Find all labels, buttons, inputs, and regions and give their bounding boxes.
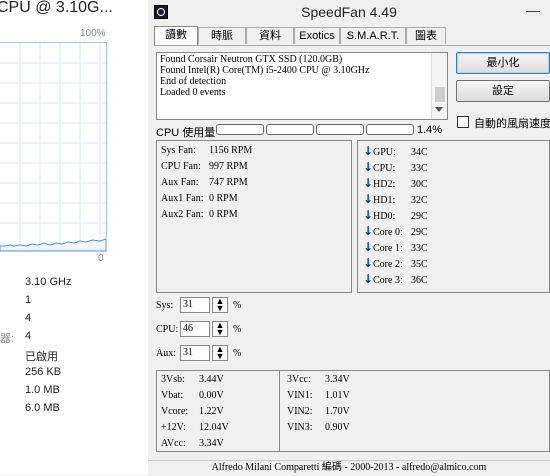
scroll-thumb[interactable] [435,87,445,102]
down-arrow-icon: ↓ [363,272,374,286]
cpu-utilization-chart [0,42,107,252]
fan-row: Aux Fan: 747 RPM [161,177,248,188]
temp-row: ↓GPU: 34C [363,144,428,158]
fan-row: Aux1 Fan: 0 RPM [161,193,238,204]
voltage-row: 3Vcc: 3.34V [287,374,350,385]
stat-virtualization: 已啟用 [25,351,58,363]
log-line: Found Corsair Neutron GTX SSD (120.0GB) [160,54,343,65]
stat-l1-cache: 256 KB [25,366,62,378]
temp-row: ↓HD1: 32C [363,192,428,206]
temperature-panel: ↓GPU: 34C ↓CPU: 33C ↓HD2: 30C ↓HD1: 32C ↓HD0… [357,140,550,293]
cpu-usage-bar [366,124,414,135]
cpu-usage-label: CPU 使用量 [156,127,216,139]
speed-label: Aux: [156,348,176,359]
scroll-down-icon[interactable] [435,107,443,112]
speed-unit: % [233,300,242,311]
stat-sockets: 1 [25,294,32,306]
tab-clock[interactable]: 時脈 [198,27,246,44]
voltage-row: AVcc: 3.34V [161,438,224,449]
cpu-title: CPU @ 3.10G... [0,0,113,16]
task-manager-window: CPU @ 3.10G... 100% 0 3.10 GHz 1 4 器: 4 … [0,0,148,475]
voltage-divider [279,371,280,451]
window-title: SpeedFan 4.49 [301,4,397,20]
cpu-usage-bar [316,124,364,135]
speed-unit: % [233,348,242,359]
stat-speed: 3.10 GHz [25,276,72,288]
down-arrow-icon: ↓ [363,256,374,270]
spinner-arrows-icon[interactable]: ▲ ▼ [212,345,228,361]
cpu-usage-bar [266,124,314,135]
spinner-arrows-icon[interactable]: ▲ ▼ [212,297,228,313]
temp-row: ↓Core 2: 35C [363,256,428,270]
stat-logical: 4 [25,330,32,342]
chart-min-label: 0 [98,253,104,264]
log-line: End of detection [160,76,227,87]
temp-row: ↓Core 3: 36C [363,272,428,286]
chart-max-label: 100% [80,28,106,39]
stat-cores: 4 [25,312,32,324]
tab-divider [154,45,550,46]
down-arrow-icon: ↓ [363,192,374,206]
down-arrow-icon: ↓ [363,240,374,254]
down-arrow-icon: ↓ [363,176,374,190]
temp-row: ↓Core 0: 29C [363,224,428,238]
tab-readings[interactable]: 讀數 [154,26,198,45]
voltage-row: VIN1: 1.01V [287,390,350,401]
status-bar: Alfredo Milani Comparetti 編碼 - 2000-2013… [148,460,550,476]
down-arrow-icon: ↓ [363,208,374,222]
cpu-usage-value: 1.4% [417,124,443,136]
speed-label: CPU: [156,324,179,335]
voltage-row: +12V: 12.04V [161,422,229,433]
voltage-row: Vcore: 1.22V [161,406,224,417]
stat-l3-cache: 6.0 MB [25,402,60,414]
down-arrow-icon: ↓ [363,224,374,238]
tab-smart[interactable]: S.M.A.R.T. [340,27,406,44]
stat-l2-cache: 1.0 MB [25,384,60,396]
down-arrow-icon: ↓ [363,144,374,158]
fan-row: Sys Fan: 1156 RPM [161,145,253,156]
fan-row: Aux2 Fan: 0 RPM [161,209,238,220]
auto-fan-speed-checkbox[interactable] [457,116,469,128]
fan-readings-panel: Sys Fan: 1156 RPM CPU Fan: 997 RPM Aux Fan… [156,140,352,293]
speed-label: Sys: [156,300,174,311]
sys-speed-input[interactable]: 31 [180,297,210,313]
stat-label-partial: 器: [0,333,15,345]
temp-row: ↓HD2: 30C [363,176,428,190]
cpu-speed-input[interactable]: 46 [180,321,210,337]
configure-button[interactable]: 設定 [456,80,550,102]
speedfan-window: SpeedFan 4.49 — 讀數 時脈 資料 Exotics S.M.A.R… [148,0,550,475]
log-line: Found Intel(R) Core(TM) i5-2400 CPU @ 3.… [160,65,370,76]
event-log[interactable]: Found Corsair Neutron GTX SSD (120.0GB) … [156,52,448,120]
down-arrow-icon: ↓ [363,160,374,174]
speed-unit: % [233,324,242,335]
voltage-panel: 3Vsb: 3.44V Vbat: 0.00V Vcore: 1.22V +12V: 1… [156,370,550,452]
aux-speed-input[interactable]: 31 [180,345,210,361]
log-line: Loaded 0 events [160,87,226,98]
voltage-row: 3Vsb: 3.44V [161,374,224,385]
temp-row: ↓CPU: 33C [363,160,428,174]
cpu-usage-bar [216,124,264,135]
voltage-row: VIN2: 1.70V [287,406,350,417]
title-bar[interactable]: SpeedFan 4.49 — [148,0,550,24]
log-scrollbar[interactable] [431,53,447,119]
tab-info[interactable]: 資料 [246,27,294,44]
temp-row: ↓Core 1: 33C [363,240,428,254]
minimize-button[interactable]: 最小化 [456,52,550,74]
auto-fan-speed-label: 自動的風扇速度 [474,118,550,130]
temp-row: ↓HD0: 29C [363,208,428,222]
fan-row: CPU Fan: 997 RPM [161,161,248,172]
minimize-window-button[interactable]: — [521,2,545,20]
tab-exotics[interactable]: Exotics [294,27,340,44]
tab-charts[interactable]: 圖表 [406,27,446,44]
voltage-row: Vbat: 0.00V [161,390,224,401]
voltage-row: VIN3: 0.90V [287,422,350,433]
cpu-graph [0,43,106,251]
spinner-arrows-icon[interactable]: ▲ ▼ [212,321,228,337]
